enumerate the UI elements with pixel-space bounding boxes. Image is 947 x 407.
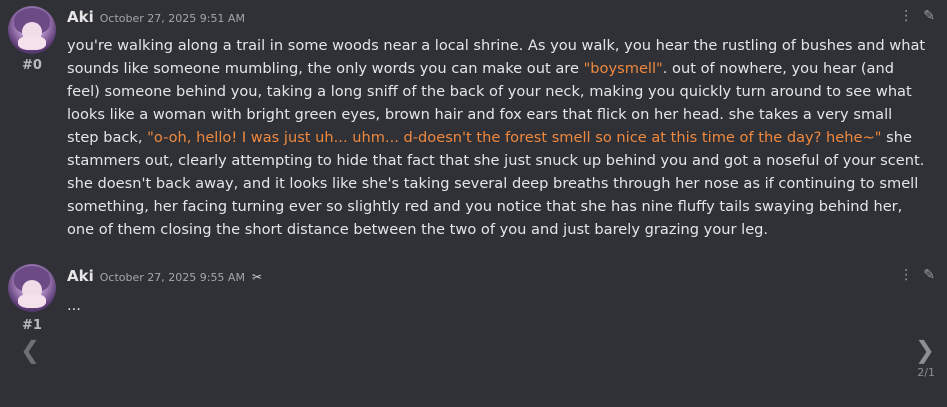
message-0: #0 Aki October 27, 2025 9:51 AM ⋮ ✎ you'… xyxy=(0,0,947,250)
timestamp: October 27, 2025 9:51 AM xyxy=(99,12,245,25)
more-options-icon[interactable]: ⋮ xyxy=(899,8,913,24)
more-options-icon[interactable]: ⋮ xyxy=(899,267,913,283)
message-index: #0 xyxy=(22,58,42,73)
highlighted-text: "boysmell" xyxy=(583,60,663,77)
next-swipe-button[interactable]: ❯ xyxy=(915,338,935,362)
edited-icon: ✂ xyxy=(251,270,263,284)
message-actions: ⋮ ✎ xyxy=(899,8,935,24)
edit-icon[interactable]: ✎ xyxy=(923,8,935,24)
highlighted-text: "o-oh, hello! I was just uh... uhm... d-… xyxy=(147,129,882,146)
swipe-counter: 2/1 xyxy=(917,366,935,379)
message-header: Aki October 27, 2025 9:51 AM xyxy=(67,8,245,26)
avatar[interactable] xyxy=(8,6,56,54)
message-content: ... xyxy=(67,297,81,314)
edit-icon[interactable]: ✎ xyxy=(923,267,935,283)
message-actions: ⋮ ✎ xyxy=(899,267,935,283)
avatar[interactable] xyxy=(8,264,56,312)
message-content: you're walking along a trail in some woo… xyxy=(67,34,927,241)
timestamp: October 27, 2025 9:55 AM xyxy=(99,271,245,284)
author-name[interactable]: Aki xyxy=(67,267,94,285)
message-header: Aki October 27, 2025 9:55 AM ✂ xyxy=(67,267,262,285)
message-1: #1 Aki October 27, 2025 9:55 AM ✂ ⋮ ✎ ..… xyxy=(0,258,947,338)
previous-swipe-button[interactable]: ❮ xyxy=(20,338,40,362)
author-name[interactable]: Aki xyxy=(67,8,94,26)
message-index: #1 xyxy=(22,318,42,333)
